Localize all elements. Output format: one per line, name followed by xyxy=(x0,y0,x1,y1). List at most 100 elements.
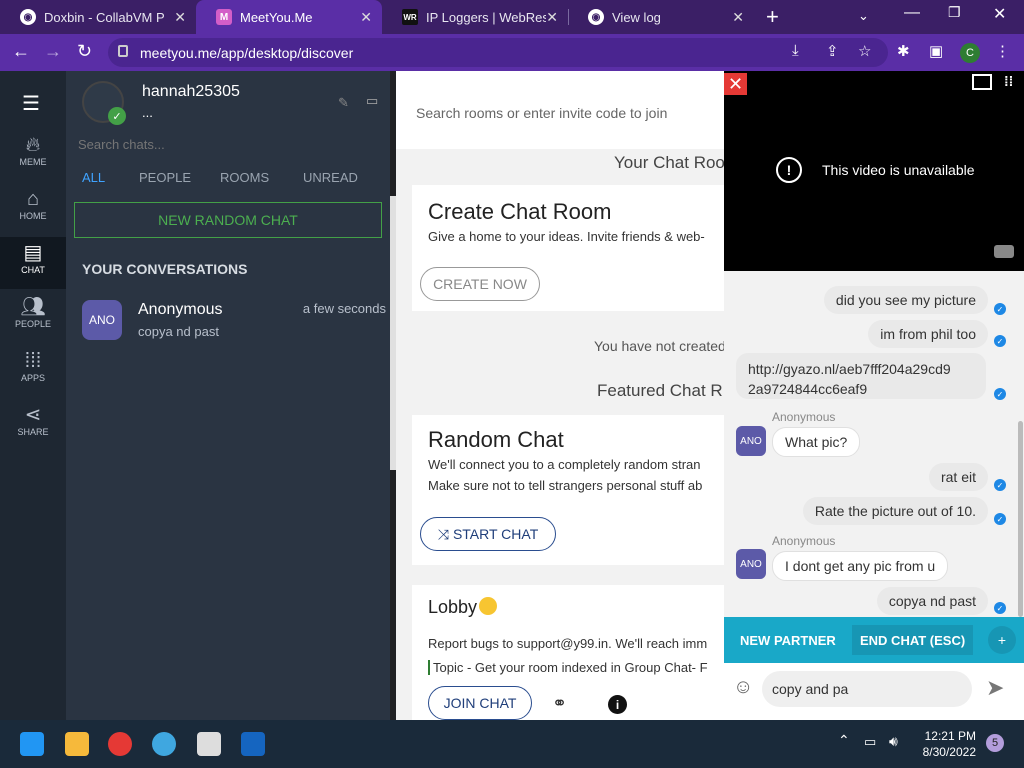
volume-icon[interactable]: 🔊︎ xyxy=(889,733,898,750)
file-explorer-icon[interactable] xyxy=(65,732,89,756)
rail-item-apps[interactable]: ⁞⁞⁞ APPS xyxy=(0,349,66,399)
end-chat-button[interactable]: END CHAT (ESC) xyxy=(852,625,974,655)
video-unavailable-text: This video is unavailable xyxy=(822,162,975,178)
read-check-icon: ✓ xyxy=(994,479,1006,491)
youtube-icon[interactable] xyxy=(994,245,1014,258)
rail-item-share[interactable]: ⋖ SHARE xyxy=(0,403,66,453)
chrome-icon[interactable] xyxy=(108,732,132,756)
filter-unread[interactable]: UNREAD xyxy=(303,170,358,185)
bookmark-star-icon[interactable]: ☆ xyxy=(858,42,871,60)
restore-icon[interactable]: ❐ xyxy=(948,4,961,21)
meetyou-icon: M xyxy=(216,9,232,25)
message-scrollbar[interactable] xyxy=(1018,421,1023,617)
close-tab-icon[interactable]: ✕ xyxy=(546,9,558,26)
message-out-link[interactable]: http://gyazo.nl/aeb7fff204a29cd9 2a97248… xyxy=(736,353,986,399)
message-out: copya nd past xyxy=(876,587,988,615)
rail-item-home[interactable]: ⌂ HOME xyxy=(0,187,66,237)
user-status[interactable]: ... xyxy=(142,105,153,120)
message-in: What pic? xyxy=(772,427,861,457)
paint-icon[interactable] xyxy=(152,732,176,756)
video-player[interactable]: ✕ ⁞⁞ ! This video is unavailable xyxy=(724,71,1024,271)
start-chat-button[interactable]: ⤨ START CHAT xyxy=(420,517,556,551)
conversation-preview: copya nd past xyxy=(138,324,219,339)
info-icon[interactable]: i xyxy=(608,695,627,714)
close-window-icon[interactable]: ✕ xyxy=(993,4,1006,24)
tab-iploggers[interactable]: WR IP Loggers | WebResol ✕ xyxy=(382,0,568,34)
add-friend-icon[interactable]: + xyxy=(988,626,1016,654)
new-random-chat-button[interactable]: NEW RANDOM CHAT xyxy=(74,202,382,238)
conversation-time: a few seconds xyxy=(302,301,386,316)
clock[interactable]: 12:21 PM 8/30/2022 xyxy=(912,728,976,760)
lobby-desc: Report bugs to support@y99.in. We'll rea… xyxy=(428,636,708,651)
close-tab-icon[interactable]: ✕ xyxy=(732,9,744,26)
forward-icon[interactable]: → xyxy=(44,41,62,62)
send-icon[interactable]: ➤ xyxy=(986,675,1004,701)
rail-item-chat[interactable]: ▤ CHAT xyxy=(0,237,66,289)
grid-menu-icon[interactable]: ⁞⁞ xyxy=(1004,73,1013,89)
filter-people[interactable]: PEOPLE xyxy=(139,170,191,185)
your-rooms-heading: Your Chat Roo xyxy=(614,153,724,172)
user-avatar[interactable]: ✓ xyxy=(82,81,126,125)
filter-all[interactable]: ALL xyxy=(82,170,105,185)
close-video-icon[interactable]: ✕ xyxy=(724,73,747,95)
room-search-input[interactable]: Search rooms or enter invite code to joi… xyxy=(416,105,667,121)
close-tab-icon[interactable]: ✕ xyxy=(360,9,372,26)
message-input[interactable] xyxy=(762,671,972,707)
omnibox[interactable]: meetyou.me/app/desktop/discover xyxy=(108,38,888,67)
minimize-icon[interactable]: — xyxy=(904,4,920,22)
profile-avatar[interactable]: C xyxy=(960,43,980,63)
filter-rooms[interactable]: ROOMS xyxy=(220,170,269,185)
chevron-up-icon[interactable]: ⌃ xyxy=(838,732,850,749)
read-check-icon: ✓ xyxy=(994,602,1006,614)
install-icon[interactable]: ⤓ xyxy=(792,42,799,59)
conversations-panel: ✓ hannah25305 ... ✎ ▭ ALL PEOPLE ROOMS U… xyxy=(66,71,390,720)
emoji-icon[interactable]: ☺ xyxy=(733,676,753,699)
rail-item-people[interactable]: 👥︎ PEOPLE xyxy=(0,295,66,345)
feedback-icon[interactable]: ▭ xyxy=(366,93,378,109)
reload-icon[interactable]: ↻ xyxy=(77,41,92,62)
no-rooms-text: You have not created xyxy=(594,338,724,354)
fullscreen-icon[interactable] xyxy=(972,74,992,90)
message-input-row: ☺ ➤ xyxy=(724,663,1024,720)
lobby-title: Lobby xyxy=(428,597,498,618)
read-check-icon: ✓ xyxy=(994,303,1006,315)
network-icon[interactable]: ▭ xyxy=(864,734,876,750)
share-icon: ⋖ xyxy=(24,404,42,426)
chevron-down-icon[interactable]: ⌄ xyxy=(858,8,869,24)
search-chats-input[interactable] xyxy=(78,137,378,152)
notification-badge[interactable]: 5 xyxy=(986,734,1004,752)
new-partner-button[interactable]: NEW PARTNER xyxy=(740,617,836,663)
featured-heading: Featured Chat R xyxy=(597,381,723,400)
conversation-row[interactable]: ANO Anonymous copya nd past a few second… xyxy=(66,293,390,349)
hamburger-menu-icon[interactable]: ☰ xyxy=(22,91,40,116)
tab-doxbin[interactable]: ◉ Doxbin - CollabVM Puz ✕ xyxy=(0,0,196,34)
rail-item-meme[interactable]: 🔥︎ MEME xyxy=(0,133,66,183)
share-page-icon[interactable]: ⇪ xyxy=(826,42,839,60)
side-panel-icon[interactable]: ▣ xyxy=(929,42,943,60)
tab-viewlog[interactable]: ◉ View log ✕ xyxy=(568,0,754,34)
create-room-card: Create Chat Room Give a home to your ide… xyxy=(412,185,724,311)
create-now-button[interactable]: CREATE NOW xyxy=(420,267,540,301)
random-chat-desc-1: We'll connect you to a completely random… xyxy=(428,457,701,472)
windows-start-icon[interactable] xyxy=(20,732,44,756)
lobby-topic: Topic - Get your room indexed in Group C… xyxy=(428,660,708,675)
menu-kebab-icon[interactable]: ⋮ xyxy=(995,42,1010,60)
extensions-icon[interactable]: ✱ xyxy=(897,42,910,60)
tab-meetyou[interactable]: M MeetYou.Me ✕ xyxy=(196,0,382,34)
new-tab-icon[interactable]: + xyxy=(766,4,779,30)
app-window-icon[interactable] xyxy=(241,732,265,756)
join-chat-button[interactable]: JOIN CHAT xyxy=(428,686,532,720)
message-list: did you see my picture ✓ im from phil to… xyxy=(724,271,1024,617)
sender-name: Anonymous xyxy=(772,534,836,548)
message-in: I dont get any pic from u xyxy=(772,551,949,581)
webresolver-icon: WR xyxy=(402,9,418,25)
chat-action-bar: NEW PARTNER END CHAT (ESC) + xyxy=(724,617,1024,663)
link-icon[interactable]: ⚭ xyxy=(552,693,567,714)
edit-pencil-icon[interactable]: ✎ xyxy=(338,95,349,111)
7zip-icon[interactable] xyxy=(197,732,221,756)
back-icon[interactable]: ← xyxy=(12,41,30,62)
close-tab-icon[interactable]: ✕ xyxy=(174,9,186,26)
discover-panel: Search rooms or enter invite code to joi… xyxy=(396,71,724,720)
username: hannah25305 xyxy=(142,83,240,100)
globe-icon: ◉ xyxy=(588,9,604,25)
